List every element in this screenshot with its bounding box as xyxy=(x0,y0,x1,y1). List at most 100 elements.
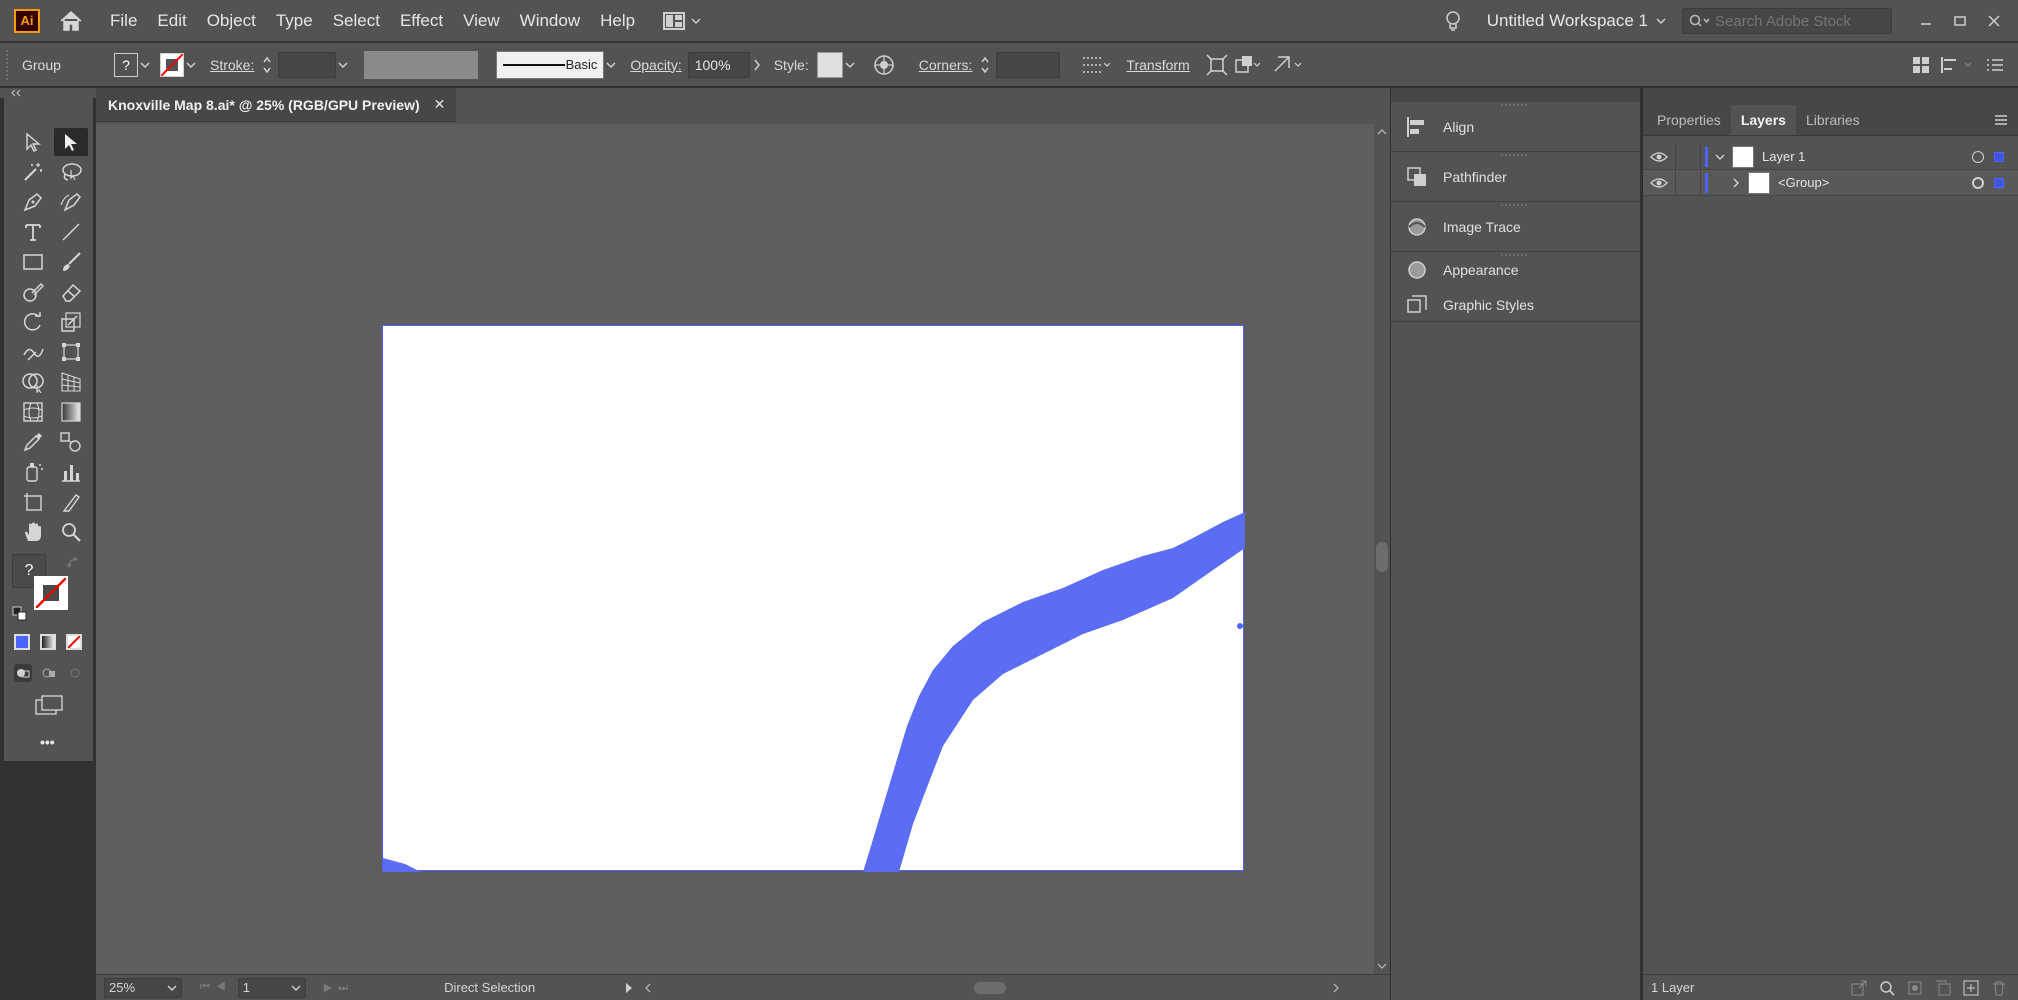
perspective-grid-tool[interactable] xyxy=(54,368,88,396)
blend-tool[interactable] xyxy=(54,428,88,456)
group-target-icon[interactable] xyxy=(1972,176,1984,189)
layer-row-group[interactable]: <Group> xyxy=(1643,169,2018,196)
scroll-down-icon[interactable] xyxy=(1376,962,1388,970)
stroke-label[interactable]: Stroke: xyxy=(210,57,254,73)
mesh-tool[interactable] xyxy=(16,398,50,426)
arrange-icon[interactable] xyxy=(1232,50,1262,80)
selection-indicator[interactable] xyxy=(1994,151,2004,162)
artboard[interactable] xyxy=(382,325,1245,872)
river-artwork[interactable] xyxy=(383,326,1245,872)
magic-wand-tool[interactable] xyxy=(16,158,50,186)
panel-graphic-styles[interactable]: Graphic Styles xyxy=(1391,288,1640,322)
home-icon[interactable] xyxy=(56,6,86,36)
edit-toolbar-button[interactable]: ••• xyxy=(40,734,55,750)
opacity-arrow[interactable] xyxy=(750,53,764,77)
toolbar-collapse-strip[interactable] xyxy=(0,88,96,98)
corners-stepper[interactable] xyxy=(978,51,992,79)
draw-normal-button[interactable] xyxy=(14,664,32,682)
vertical-scroll-thumb[interactable] xyxy=(1376,542,1388,572)
opacity-field[interactable]: 100% xyxy=(687,51,750,78)
lightbulb-icon[interactable] xyxy=(1441,6,1465,36)
graphic-style-swatch[interactable] xyxy=(816,51,843,78)
canvas[interactable] xyxy=(96,124,1374,974)
shaper-tool[interactable] xyxy=(16,278,50,306)
close-tab-icon[interactable]: ✕ xyxy=(434,96,446,113)
menu-help[interactable]: Help xyxy=(590,0,645,42)
lock-toggle[interactable] xyxy=(1675,143,1701,170)
fill-dropdown[interactable] xyxy=(138,53,152,77)
brush-dropdown[interactable] xyxy=(604,53,618,77)
color-mode-button[interactable] xyxy=(14,634,30,650)
menu-object[interactable]: Object xyxy=(197,0,266,42)
group-name[interactable]: <Group> xyxy=(1778,175,1829,190)
selection-tool[interactable] xyxy=(16,128,50,156)
recolor-artwork-icon[interactable] xyxy=(869,50,899,80)
delete-layer-icon[interactable] xyxy=(1991,980,2007,996)
swap-colors-icon[interactable] xyxy=(66,556,80,570)
rectangle-tool[interactable] xyxy=(16,248,50,276)
tab-layers[interactable]: Layers xyxy=(1730,105,1796,135)
type-tool[interactable] xyxy=(16,218,50,246)
new-sublayer-icon[interactable] xyxy=(1935,980,1951,996)
pen-tool[interactable] xyxy=(16,188,50,216)
tab-properties[interactable]: Properties xyxy=(1647,105,1731,135)
restore-button[interactable] xyxy=(1946,8,1974,34)
new-layer-icon[interactable] xyxy=(1963,980,1979,996)
panel-menu-icon[interactable] xyxy=(1994,105,2008,135)
artboard-next-buttons[interactable]: ▶⏭ xyxy=(324,981,354,995)
eyedropper-tool[interactable] xyxy=(16,428,50,456)
panel-grip[interactable] xyxy=(1501,104,1527,107)
column-graph-tool[interactable] xyxy=(54,458,88,486)
document-tab[interactable]: Knoxville Map 8.ai* @ 25% (RGB/GPU Previ… xyxy=(96,88,456,122)
workspace-switcher[interactable]: Untitled Workspace 1 xyxy=(1487,11,1666,31)
right-dock-header[interactable] xyxy=(1643,88,2018,102)
default-colors-icon[interactable] xyxy=(12,606,28,622)
layer-name[interactable]: Layer 1 xyxy=(1762,149,1805,164)
visibility-eye-icon[interactable] xyxy=(1643,177,1675,189)
corners-field[interactable] xyxy=(996,51,1061,78)
draw-behind-button[interactable] xyxy=(40,664,58,682)
collapse-chevron-icon[interactable] xyxy=(1708,153,1732,161)
free-transform-tool[interactable] xyxy=(54,338,88,366)
none-mode-button[interactable] xyxy=(66,634,82,650)
style-dropdown[interactable] xyxy=(843,53,857,77)
tab-libraries[interactable]: Libraries xyxy=(1796,105,1870,135)
panel-pathfinder[interactable]: Pathfinder xyxy=(1391,152,1640,202)
panel-align[interactable]: Align xyxy=(1391,102,1640,152)
panel-dock-icon[interactable] xyxy=(1906,50,1936,80)
locate-object-icon[interactable] xyxy=(1879,980,1895,996)
minimize-button[interactable] xyxy=(1912,8,1940,34)
panel-grip[interactable] xyxy=(1501,154,1527,157)
menu-type[interactable]: Type xyxy=(266,0,323,42)
menu-window[interactable]: Window xyxy=(510,0,590,42)
rotate-tool[interactable] xyxy=(16,308,50,336)
menu-view[interactable]: View xyxy=(453,0,510,42)
gradient-tool[interactable] xyxy=(54,398,88,426)
corners-label[interactable]: Corners: xyxy=(919,57,973,73)
eraser-tool[interactable] xyxy=(54,278,88,306)
brush-definition-dropdown[interactable]: Basic xyxy=(496,50,605,79)
scroll-right-icon[interactable] xyxy=(1332,982,1340,994)
align-left-dropdown-icon[interactable] xyxy=(1936,50,1980,80)
slice-tool[interactable] xyxy=(54,488,88,516)
zoom-tool[interactable] xyxy=(54,518,88,546)
stroke-swatch-dropdown[interactable] xyxy=(184,53,198,77)
zoom-dropdown[interactable]: 25% xyxy=(104,977,182,998)
menu-edit[interactable]: Edit xyxy=(147,0,196,42)
screen-mode-icon[interactable] xyxy=(34,694,64,716)
panel-image-trace[interactable]: Image Trace xyxy=(1391,202,1640,252)
dock-header[interactable] xyxy=(1391,88,1640,102)
opacity-label[interactable]: Opacity: xyxy=(630,57,681,73)
puppet-warp-tool[interactable] xyxy=(16,338,50,366)
paintbrush-tool[interactable] xyxy=(54,248,88,276)
status-menu-arrow-icon[interactable] xyxy=(624,982,634,994)
scale-tool[interactable] xyxy=(54,308,88,336)
visibility-eye-icon[interactable] xyxy=(1643,151,1675,163)
selection-indicator[interactable] xyxy=(1994,177,2004,188)
close-window-button[interactable] xyxy=(1980,8,2008,34)
puppet-warp-icon[interactable] xyxy=(1272,50,1302,80)
stroke-color-box[interactable] xyxy=(34,576,68,610)
gradient-mode-button[interactable] xyxy=(40,634,56,650)
search-input[interactable] xyxy=(1715,12,1885,30)
menu-select[interactable]: Select xyxy=(323,0,390,42)
